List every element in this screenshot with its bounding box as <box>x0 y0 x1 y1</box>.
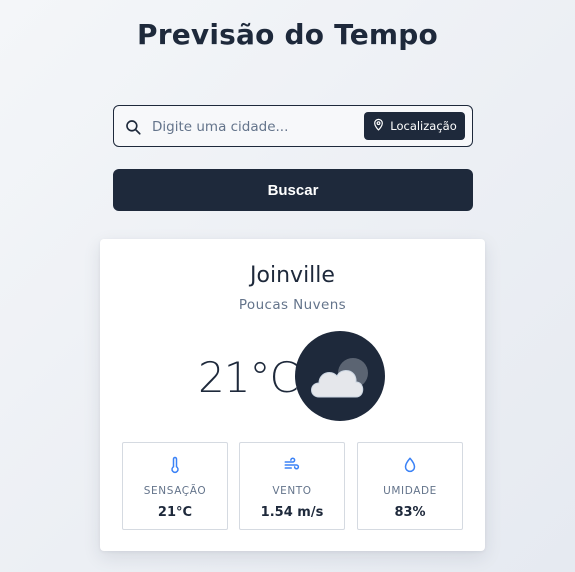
search-input[interactable] <box>152 114 362 140</box>
stat-value: 1.54 m/s <box>260 505 324 520</box>
page-title: Previsão do Tempo <box>137 18 438 51</box>
stat-value: 83% <box>394 505 426 520</box>
temperature-value: 21°C <box>198 353 299 402</box>
stat-label: VENTO <box>272 485 312 497</box>
location-button[interactable]: Localização <box>364 112 465 140</box>
stat-card-feels-like: SENSAÇÃO 21°C <box>122 442 228 530</box>
thermometer-icon <box>123 456 227 476</box>
stat-label: SENSAÇÃO <box>143 485 207 497</box>
location-button-label: Localização <box>390 119 457 133</box>
wind-icon <box>240 456 344 476</box>
search-icon <box>124 118 142 136</box>
city-name: Joinville <box>250 263 335 288</box>
droplet-icon <box>358 456 462 476</box>
stat-value: 21°C <box>157 505 193 520</box>
weather-app: Previsão do Tempo Localização Buscar Joi… <box>0 0 575 572</box>
search-button[interactable]: Buscar <box>113 169 473 211</box>
stat-label: UMIDADE <box>383 485 437 497</box>
weather-description: Poucas Nuvens <box>238 297 347 313</box>
map-pin-icon <box>372 118 385 134</box>
search-box: Localização <box>113 105 473 147</box>
weather-card: Joinville Poucas Nuvens 21°C SENSAÇÃO 21… <box>100 239 485 551</box>
stat-card-wind: VENTO 1.54 m/s <box>239 442 345 530</box>
cloudy-night-icon <box>295 331 385 421</box>
stat-card-humidity: UMIDADE 83% <box>357 442 463 530</box>
